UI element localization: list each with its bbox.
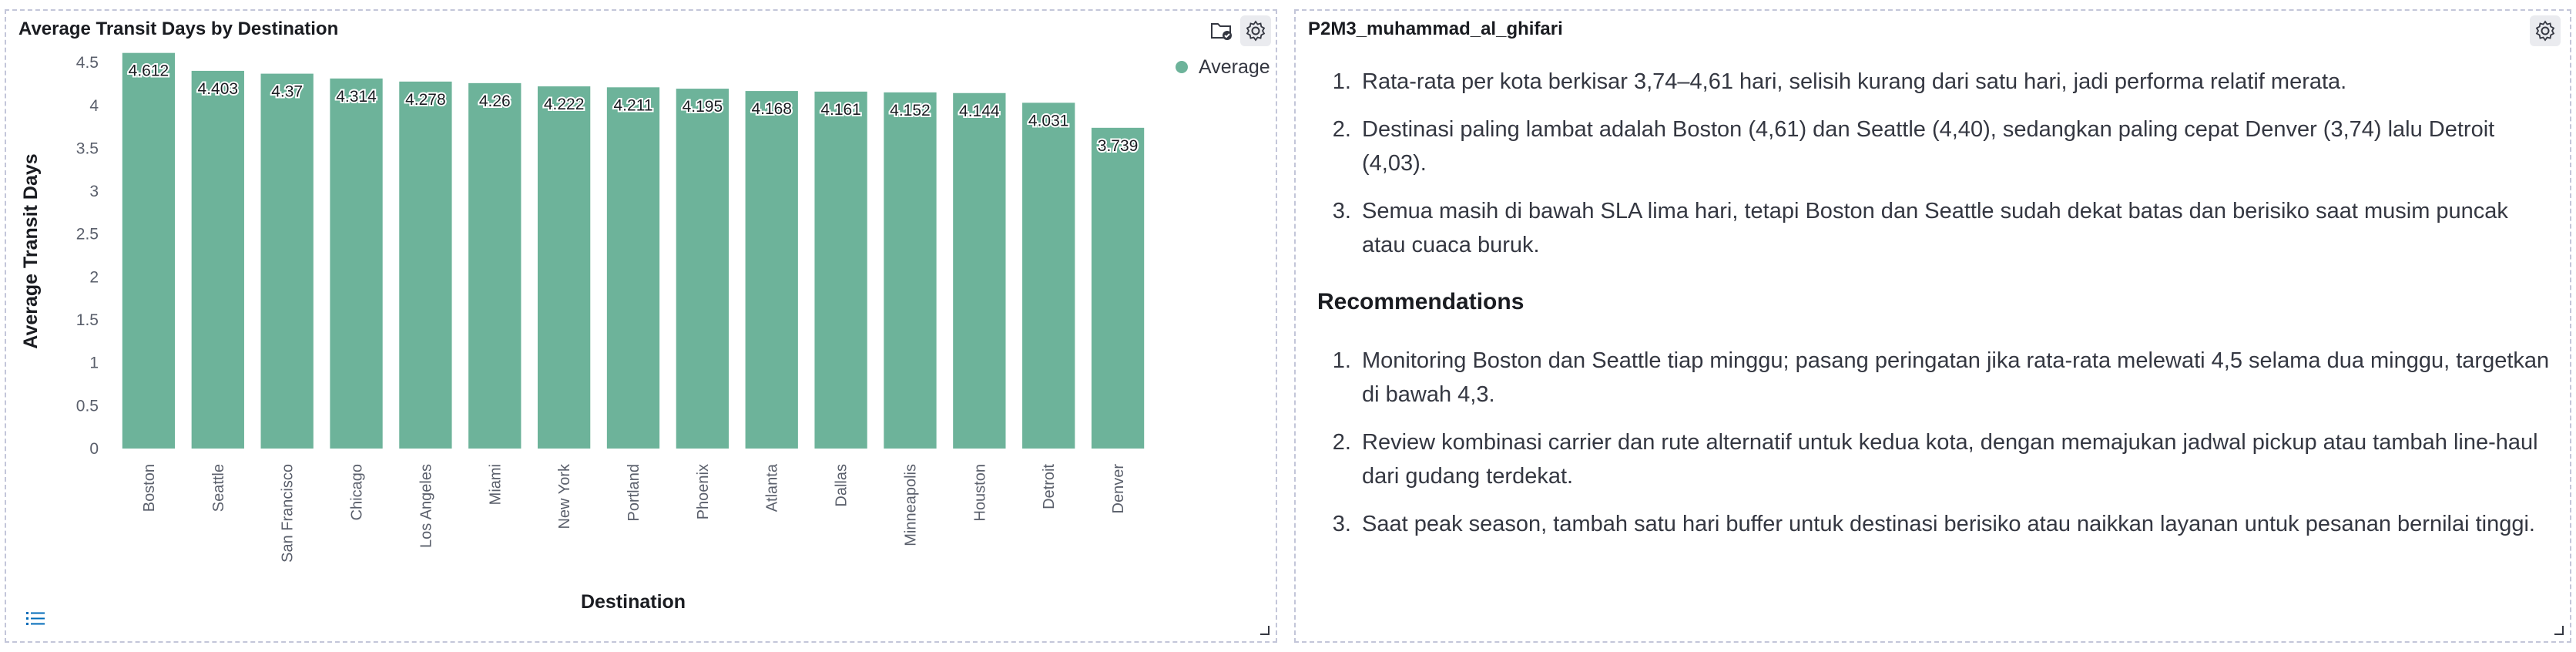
list-item: Monitoring Boston dan Seattle tiap mingg… bbox=[1357, 344, 2551, 412]
y-tick-label: 1 bbox=[89, 355, 99, 372]
x-tick-label: Houston bbox=[971, 464, 988, 522]
bar-value-label: 4.37 bbox=[271, 83, 303, 101]
list-item: Saat peak season, tambah satu hari buffe… bbox=[1357, 507, 2551, 541]
bar-value-label: 4.211 bbox=[614, 96, 653, 114]
markdown-panel-title: P2M3_muhammad_al_ghifari bbox=[1308, 18, 1563, 39]
y-tick-label: 0 bbox=[89, 440, 99, 458]
resize-icon[interactable] bbox=[2553, 624, 2564, 635]
x-tick-label: Atlanta bbox=[764, 463, 781, 512]
bar bbox=[606, 87, 660, 449]
list-icon[interactable] bbox=[20, 603, 51, 634]
x-tick-label: Detroit bbox=[1041, 464, 1058, 509]
markdown-panel: P2M3_muhammad_al_ghifari Rata-rata per k… bbox=[1294, 9, 2571, 643]
x-tick-label: Los Angeles bbox=[418, 464, 434, 548]
bar bbox=[676, 89, 730, 449]
y-tick-label: 2.5 bbox=[76, 226, 99, 244]
recommendations-heading: Recommendations bbox=[1317, 289, 1524, 314]
y-tick-label: 0.5 bbox=[76, 397, 99, 415]
resize-icon[interactable] bbox=[1259, 624, 1270, 635]
bar-value-label: 3.739 bbox=[1098, 137, 1139, 155]
bar-value-label: 4.278 bbox=[405, 91, 446, 109]
recommendations-list: Monitoring Boston dan Seattle tiap mingg… bbox=[1319, 344, 2551, 541]
x-tick-label: Phoenix bbox=[695, 464, 712, 519]
legend-swatch bbox=[1176, 61, 1188, 73]
bar bbox=[122, 52, 176, 449]
x-tick-label: Denver bbox=[1110, 464, 1127, 514]
bar bbox=[953, 92, 1006, 449]
x-tick-label: Miami bbox=[487, 464, 504, 505]
y-tick-label: 2 bbox=[89, 268, 99, 286]
bar-value-label: 4.161 bbox=[820, 101, 861, 119]
bar-value-label: 4.144 bbox=[959, 103, 1000, 120]
gear-icon[interactable] bbox=[2530, 15, 2561, 46]
list-item: Semua masih di bawah SLA lima hari, teta… bbox=[1357, 194, 2551, 262]
bar-value-label: 4.222 bbox=[544, 96, 585, 113]
list-item: Destinasi paling lambat adalah Boston (4… bbox=[1357, 113, 2551, 180]
bar bbox=[1022, 103, 1075, 449]
chart-panel: Average Transit Days by Destination 0 0.5… bbox=[5, 9, 1277, 643]
list-item: Review kombinasi carrier dan rute altern… bbox=[1357, 425, 2551, 493]
bar bbox=[330, 78, 383, 449]
x-tick-label: San Francisco bbox=[280, 464, 297, 563]
bar-value-label: 4.26 bbox=[479, 92, 511, 110]
bar-value-label: 4.612 bbox=[129, 62, 169, 80]
bar bbox=[399, 81, 452, 449]
x-tick-label: Seattle bbox=[210, 464, 227, 512]
x-tick-label: Minneapolis bbox=[902, 464, 919, 546]
x-tick-label: New York bbox=[556, 463, 573, 529]
bar bbox=[260, 73, 314, 449]
x-axis-title: Destination bbox=[581, 591, 686, 613]
y-tick-label: 1.5 bbox=[76, 311, 99, 329]
markdown-content: Rata-rata per kota berkisar 3,74–4,61 ha… bbox=[1317, 65, 2551, 555]
bar bbox=[537, 86, 591, 449]
bar-value-label: 4.168 bbox=[751, 100, 792, 118]
bar bbox=[191, 70, 244, 449]
bar-value-label: 4.195 bbox=[683, 98, 723, 116]
bar bbox=[468, 82, 522, 449]
bar-value-label: 4.152 bbox=[890, 102, 931, 119]
legend-label: Average bbox=[1199, 56, 1270, 78]
x-tick-label: Portland bbox=[626, 464, 642, 522]
y-tick-label: 4.5 bbox=[76, 54, 99, 72]
y-tick-label: 3 bbox=[89, 183, 99, 200]
y-axis-title: Average Transit Days bbox=[20, 153, 42, 348]
bar bbox=[745, 91, 798, 449]
bar-value-label: 4.403 bbox=[198, 80, 239, 98]
y-tick-label: 4 bbox=[89, 97, 99, 115]
bar-value-label: 4.314 bbox=[336, 88, 377, 106]
x-tick-label: Dallas bbox=[834, 464, 850, 507]
list-item: Rata-rata per kota berkisar 3,74–4,61 ha… bbox=[1357, 65, 2551, 99]
bar-value-label: 4.031 bbox=[1028, 112, 1069, 129]
x-tick-label: Boston bbox=[141, 464, 158, 512]
bar bbox=[1091, 127, 1145, 449]
bar bbox=[884, 92, 937, 449]
insights-list: Rata-rata per kota berkisar 3,74–4,61 ha… bbox=[1319, 65, 2551, 262]
x-tick-label: Chicago bbox=[349, 464, 366, 520]
bar bbox=[814, 91, 867, 449]
y-tick-label: 3.5 bbox=[76, 139, 99, 157]
bar-chart: 0 0.5 1 1.5 2 2.5 3 3.5 4 4.5 4.612 Boston 4.403 Seat… bbox=[20, 52, 1270, 613]
